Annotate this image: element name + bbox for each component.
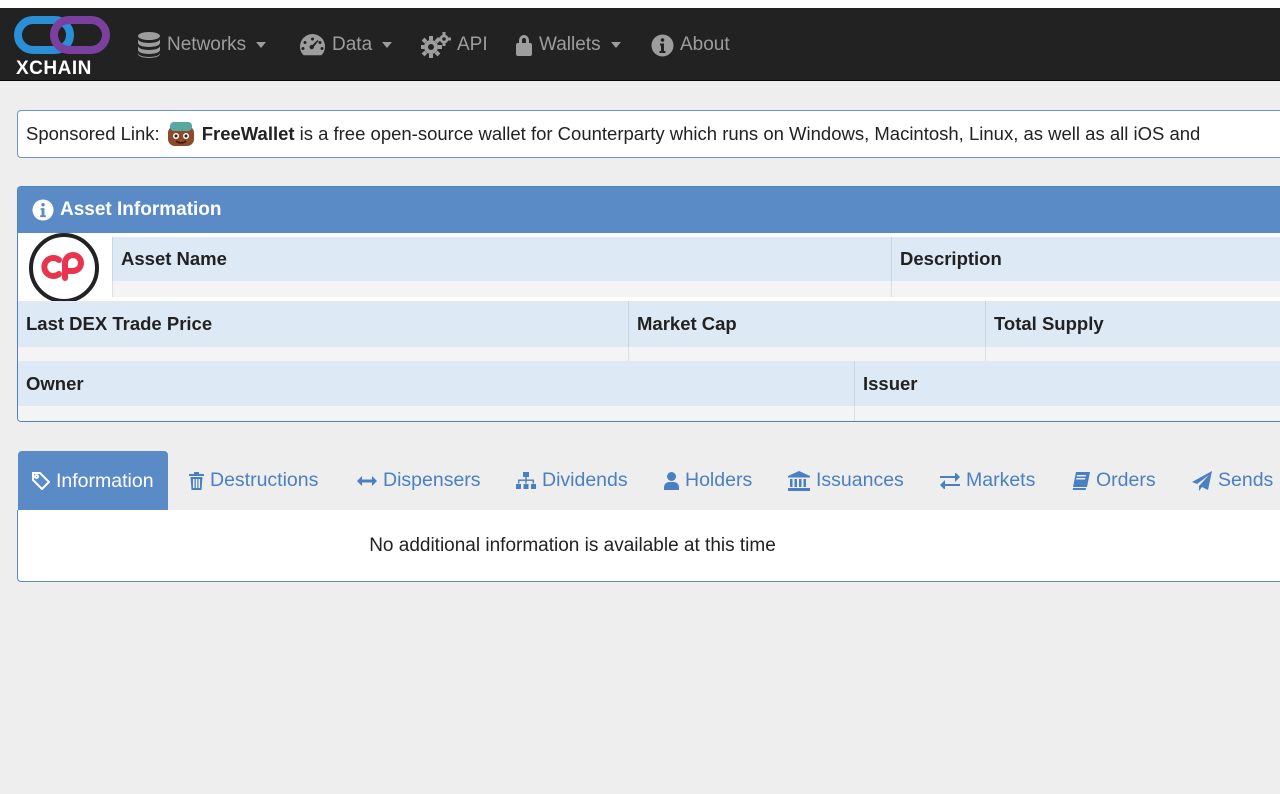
chevron-down-icon — [256, 42, 267, 48]
user-icon — [664, 471, 679, 490]
nav-networks[interactable]: Networks — [137, 31, 267, 59]
nav-wallets-label: Wallets — [539, 34, 601, 55]
owner-value — [18, 406, 855, 421]
nav-api-label: API — [457, 34, 488, 55]
tab-issuances[interactable]: Issuances — [788, 451, 904, 510]
tab-orders-label: Orders — [1096, 469, 1156, 491]
tab-destructions[interactable]: Destructions — [189, 451, 318, 510]
gears-icon — [421, 32, 451, 58]
sponsored-link-bar: Sponsored Link: FreeWallet is a free ope… — [17, 110, 1280, 158]
tab-markets[interactable]: Markets — [940, 451, 1035, 510]
lock-icon — [516, 35, 532, 56]
book-icon — [1072, 471, 1090, 490]
brand-name: XCHAIN — [16, 58, 92, 79]
tab-dispensers[interactable]: Dispensers — [357, 451, 481, 510]
xchain-logo[interactable]: XCHAIN — [14, 14, 114, 79]
tab-holders[interactable]: Holders — [664, 451, 752, 510]
issuer-value — [854, 406, 1280, 421]
chevron-down-icon — [610, 42, 621, 48]
total-supply-header: Total Supply — [985, 301, 1280, 347]
exchange-icon — [940, 472, 960, 489]
freewallet-link[interactable]: FreeWallet — [202, 123, 295, 145]
chevron-down-icon — [382, 42, 393, 48]
market-cap-value — [628, 347, 986, 361]
nav-about[interactable]: About — [651, 31, 730, 59]
tab-content-panel: No additional information is available a… — [17, 510, 1280, 582]
issuer-header: Issuer — [854, 361, 1280, 406]
nav-networks-label: Networks — [167, 34, 247, 55]
tab-markets-label: Markets — [966, 469, 1036, 491]
asset-information-panel: Asset Information Asset Name Description… — [17, 186, 1280, 422]
top-strip — [0, 0, 1280, 8]
nav-wallets[interactable]: Wallets — [515, 31, 621, 59]
description-header: Description — [891, 237, 1280, 281]
description-value — [891, 281, 1280, 297]
tab-holders-label: Holders — [685, 469, 753, 491]
tab-orders[interactable]: Orders — [1072, 451, 1156, 510]
asset-tabs: Information Destructions Dispensers Divi… — [17, 451, 1280, 511]
tab-issuances-label: Issuances — [816, 469, 904, 491]
trash-icon — [189, 471, 204, 490]
nav-api[interactable]: API — [421, 31, 488, 59]
arrows-horizontal-icon — [357, 475, 377, 486]
paper-plane-icon — [1192, 470, 1212, 491]
asset-name-header: Asset Name — [112, 237, 892, 281]
freewallet-icon[interactable] — [166, 120, 196, 148]
tag-icon — [32, 472, 50, 490]
asset-information-title: Asset Information — [60, 199, 222, 220]
tab-information[interactable]: Information — [18, 451, 168, 511]
last-dex-trade-price-value — [18, 347, 629, 361]
asset-name-value — [112, 281, 892, 297]
tab-sends-label: Sends — [1218, 469, 1274, 491]
owner-header: Owner — [18, 361, 855, 406]
info-circle-icon — [32, 199, 54, 221]
last-dex-trade-price-header: Last DEX Trade Price — [18, 301, 629, 347]
tab-destructions-label: Destructions — [210, 469, 319, 491]
database-icon — [138, 32, 160, 58]
nav-data-label: Data — [332, 34, 373, 55]
navbar: XCHAIN Networks Data API Wallets About — [0, 8, 1280, 81]
sitemap-icon — [516, 471, 536, 489]
tab-dividends-label: Dividends — [542, 469, 628, 491]
sponsored-link-text: is a free open-source wallet for Counter… — [299, 123, 1201, 144]
asset-information-header: Asset Information — [18, 187, 1280, 233]
tab-dividends[interactable]: Dividends — [516, 451, 628, 510]
chain-link-icon — [14, 16, 110, 54]
tab-dispensers-label: Dispensers — [383, 469, 481, 491]
market-cap-header: Market Cap — [628, 301, 986, 347]
info-circle-icon — [651, 34, 674, 56]
dashboard-icon — [300, 34, 325, 56]
nav-about-label: About — [680, 34, 730, 55]
bank-icon — [788, 470, 810, 491]
total-supply-value — [985, 347, 1280, 361]
sponsored-link-prefix: Sponsored Link: — [26, 123, 160, 144]
no-information-message: No additional information is available a… — [369, 534, 776, 556]
asset-icon — [29, 233, 99, 303]
tab-information-label: Information — [56, 469, 154, 492]
tab-sends[interactable]: Sends — [1192, 451, 1273, 510]
nav-data[interactable]: Data — [299, 31, 393, 59]
